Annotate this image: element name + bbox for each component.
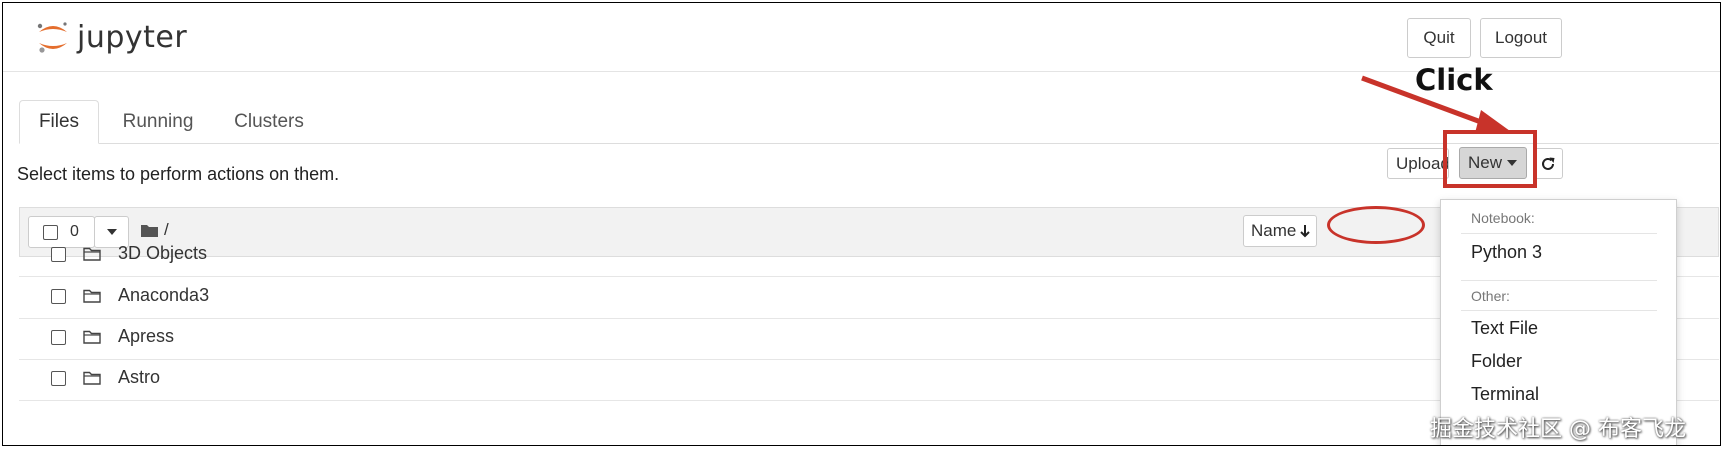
- row-checkbox[interactable]: [51, 371, 66, 386]
- upload-label: Upload: [1396, 153, 1449, 173]
- menu-divider: [1461, 233, 1657, 234]
- upload-button[interactable]: Upload: [1387, 148, 1449, 179]
- tab-clusters[interactable]: Clusters: [219, 100, 319, 144]
- item-name-link[interactable]: 3D Objects: [118, 243, 207, 264]
- row-checkbox[interactable]: [51, 247, 66, 262]
- jupyter-logo[interactable]: jupyter: [35, 19, 187, 55]
- new-button-highlight: [1443, 130, 1537, 188]
- click-annotation-label: Click: [1415, 63, 1493, 97]
- logo-text: jupyter: [77, 19, 188, 55]
- new-dropdown-menu: Notebook: Python 3 Other: Text File Fold…: [1440, 199, 1677, 445]
- refresh-button[interactable]: [1533, 148, 1563, 179]
- menu-divider: [1461, 310, 1657, 311]
- row-checkbox[interactable]: [51, 330, 66, 345]
- refresh-icon: [1542, 157, 1555, 170]
- logout-button[interactable]: Logout: [1480, 18, 1562, 58]
- folder-icon: [83, 371, 101, 385]
- selection-hint: Select items to perform actions on them.: [17, 164, 340, 184]
- watermark-text: 掘金技术社区 @ 布客飞龙: [1430, 417, 1686, 442]
- app-window: jupyter Quit Logout Click Files Running …: [2, 2, 1721, 446]
- folder-icon: [83, 247, 101, 261]
- menu-item-terminal[interactable]: Terminal: [1471, 384, 1539, 405]
- jupyter-logo-icon: [35, 19, 71, 55]
- other-section-header: Other:: [1471, 288, 1510, 304]
- quit-button[interactable]: Quit: [1407, 18, 1471, 58]
- item-name-link[interactable]: Apress: [118, 326, 174, 347]
- python3-highlight: [1327, 206, 1425, 244]
- notebook-section-header: Notebook:: [1471, 210, 1535, 226]
- row-checkbox[interactable]: [51, 289, 66, 304]
- tab-files[interactable]: Files: [19, 100, 99, 144]
- tab-running[interactable]: Running: [108, 100, 208, 144]
- menu-divider: [1461, 280, 1657, 281]
- menu-item-folder[interactable]: Folder: [1471, 351, 1522, 372]
- folder-icon: [83, 330, 101, 344]
- menu-item-python3[interactable]: Python 3: [1471, 242, 1542, 263]
- item-name-link[interactable]: Astro: [118, 367, 160, 388]
- folder-icon: [83, 289, 101, 303]
- item-name-link[interactable]: Anaconda3: [118, 285, 209, 306]
- menu-item-text-file[interactable]: Text File: [1471, 318, 1538, 339]
